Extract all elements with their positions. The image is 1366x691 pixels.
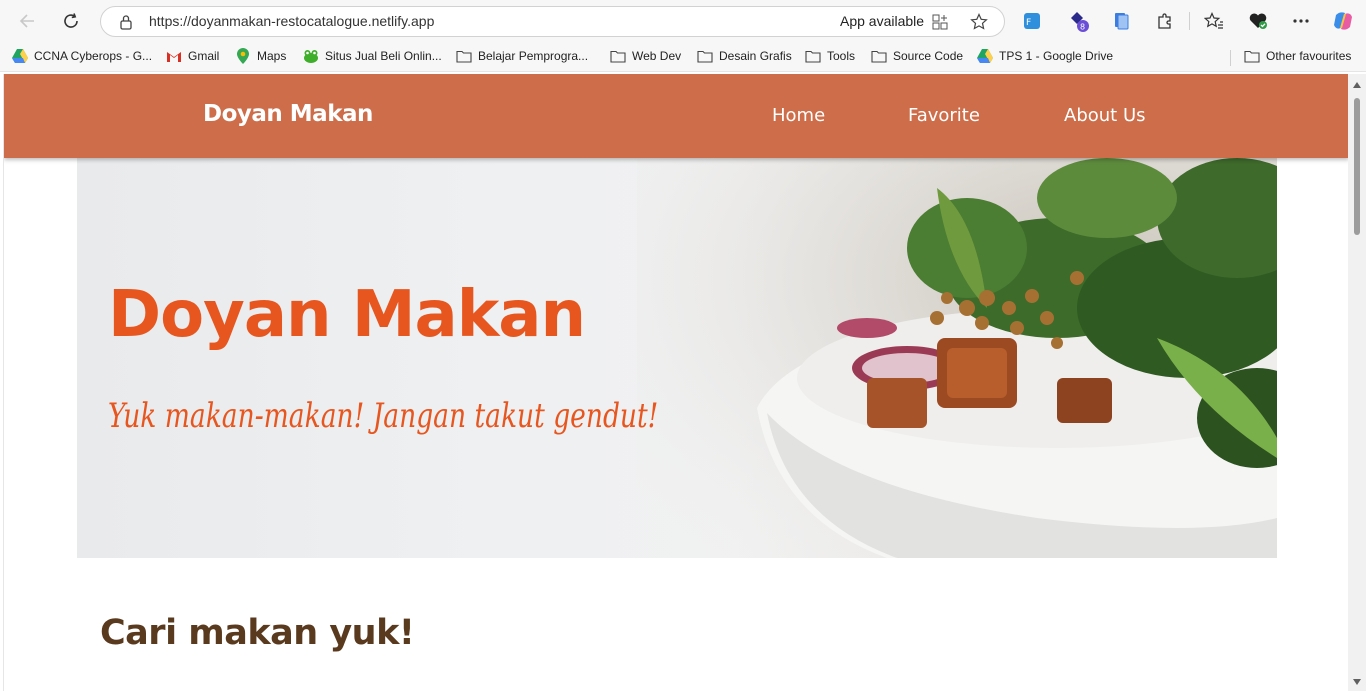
nav-favorite[interactable]: Favorite bbox=[908, 105, 980, 126]
google-drive-icon bbox=[12, 49, 28, 63]
nav-home[interactable]: Home bbox=[772, 105, 825, 126]
bookmark-belajar-pemprograman[interactable]: Belajar Pemprogra... bbox=[456, 49, 588, 63]
extension-badge-icon[interactable]: 8 bbox=[1067, 10, 1089, 32]
folder-icon bbox=[456, 49, 472, 63]
app-available-label[interactable]: App available bbox=[840, 13, 924, 29]
extensions-puzzle-icon[interactable] bbox=[1154, 10, 1176, 32]
more-options-icon[interactable] bbox=[1290, 10, 1312, 32]
bookmark-gmail[interactable]: Gmail bbox=[166, 49, 219, 63]
nav-about-us[interactable]: About Us bbox=[1064, 105, 1146, 126]
gmail-icon bbox=[166, 49, 182, 63]
bookmark-maps[interactable]: Maps bbox=[235, 48, 287, 64]
svg-text:F: F bbox=[1026, 18, 1031, 28]
translate-extension-icon[interactable]: F bbox=[1021, 10, 1043, 32]
favorites-icon[interactable] bbox=[1203, 10, 1225, 32]
maps-pin-icon bbox=[235, 48, 251, 64]
folder-icon bbox=[805, 49, 821, 63]
star-icon[interactable] bbox=[969, 12, 989, 32]
section-title: Cari makan yuk! bbox=[100, 613, 415, 653]
bookmark-web-dev[interactable]: Web Dev bbox=[610, 49, 681, 63]
salad-bowl-image bbox=[637, 158, 1277, 558]
arrow-left-icon bbox=[19, 14, 34, 28]
folder-icon bbox=[610, 49, 626, 63]
toolbar-divider bbox=[1189, 12, 1190, 30]
bookmark-label: TPS 1 - Google Drive bbox=[999, 49, 1114, 63]
bookmark-label: Desain Grafis bbox=[719, 49, 792, 63]
frog-icon bbox=[303, 49, 319, 63]
lock-icon[interactable] bbox=[119, 14, 133, 34]
svg-text:8: 8 bbox=[1080, 23, 1085, 32]
bookmark-situs-jual-beli[interactable]: Situs Jual Beli Onlin... bbox=[303, 49, 442, 63]
hero-tagline: Yuk makan-makan! Jangan takut gendut! bbox=[108, 396, 659, 436]
scrollbar-thumb[interactable] bbox=[1354, 98, 1360, 235]
bookmark-label: Situs Jual Beli Onlin... bbox=[325, 49, 442, 63]
bookmark-label: Web Dev bbox=[632, 49, 682, 63]
folder-icon bbox=[697, 49, 713, 63]
reload-button[interactable] bbox=[56, 7, 86, 35]
hero-title: Doyan Makan bbox=[108, 278, 586, 352]
bookmark-source-code[interactable]: Source Code bbox=[871, 49, 963, 63]
bookmark-tps-drive[interactable]: TPS 1 - Google Drive bbox=[977, 49, 1113, 63]
scroll-down-icon[interactable] bbox=[1352, 677, 1362, 687]
page-scrollbar[interactable] bbox=[1348, 74, 1366, 691]
bookmark-label: Gmail bbox=[188, 49, 220, 63]
bookmark-label: Belajar Pemprogra... bbox=[478, 49, 589, 63]
app-install-icon[interactable] bbox=[930, 12, 950, 32]
browser-essentials-icon[interactable] bbox=[1247, 10, 1269, 32]
browser-toolbar: https://doyanmakan-restocatalogue.netlif… bbox=[0, 0, 1366, 42]
hero-banner: Doyan Makan Yuk makan-makan! Jangan taku… bbox=[77, 158, 1277, 558]
app-bar: Doyan Makan Home Favorite About Us bbox=[4, 74, 1348, 158]
folder-icon bbox=[871, 49, 887, 63]
bookmark-tools[interactable]: Tools bbox=[805, 49, 855, 63]
google-drive-icon bbox=[977, 49, 993, 63]
back-button[interactable] bbox=[12, 7, 42, 35]
extension-doc-icon[interactable] bbox=[1110, 10, 1132, 32]
bookmark-label: Source Code bbox=[893, 49, 964, 63]
url-text[interactable]: https://doyanmakan-restocatalogue.netlif… bbox=[149, 13, 434, 29]
site-brand[interactable]: Doyan Makan bbox=[203, 101, 373, 127]
bookmark-label: Maps bbox=[257, 49, 287, 63]
bookmark-ccna[interactable]: CCNA Cyberops - G... bbox=[12, 49, 152, 63]
scroll-up-icon[interactable] bbox=[1352, 80, 1362, 90]
other-favourites[interactable]: Other favourites bbox=[1244, 49, 1351, 63]
address-bar[interactable]: https://doyanmakan-restocatalogue.netlif… bbox=[100, 6, 1005, 37]
folder-icon bbox=[1244, 49, 1260, 63]
other-favourites-label: Other favourites bbox=[1266, 49, 1352, 63]
bookmarks-divider bbox=[1230, 50, 1231, 66]
page-viewport: Doyan Makan Home Favorite About Us Doyan… bbox=[3, 74, 1348, 691]
reload-icon bbox=[64, 13, 78, 28]
bookmark-label: CCNA Cyberops - G... bbox=[34, 49, 153, 63]
bookmarks-bar: CCNA Cyberops - G... Gmail Maps Situs Ju… bbox=[0, 42, 1366, 72]
copilot-icon[interactable] bbox=[1332, 10, 1354, 32]
bookmark-desain-grafis[interactable]: Desain Grafis bbox=[697, 49, 792, 63]
bookmark-label: Tools bbox=[827, 49, 856, 63]
